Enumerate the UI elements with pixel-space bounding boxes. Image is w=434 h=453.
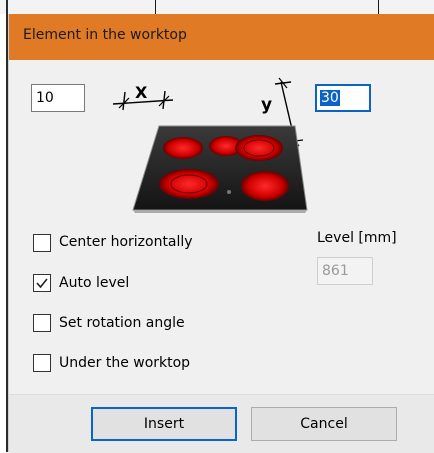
auto-level-checkbox[interactable] [33,274,51,292]
dialog-title-bar[interactable]: Element in the worktop [9,14,434,60]
strip-divider [155,0,156,14]
auto-level-label[interactable]: Auto level [59,275,129,291]
x-offset-value: 10 [36,90,54,106]
x-dimension-icon: X [112,83,174,111]
y-offset-value: 30 [320,90,340,106]
x-symbol: X [135,83,148,102]
checkmark-icon [36,278,48,289]
under-the-worktop-label[interactable]: Under the worktop [59,355,190,371]
set-rotation-angle-label[interactable]: Set rotation angle [59,315,185,331]
cancel-button[interactable]: Cancel [251,407,397,441]
y-symbol: y [261,95,272,115]
dialog-button-bar: Insert Cancel [9,394,434,453]
y-offset-input[interactable]: 30 [315,84,371,112]
dialog-title: Element in the worktop [23,27,187,43]
level-label: Level [mm] [317,230,397,246]
x-offset-input[interactable]: 10 [31,84,85,112]
set-rotation-angle-checkbox[interactable] [33,314,51,332]
cancel-button-label: Cancel [300,416,348,432]
center-horizontally-checkbox[interactable] [33,234,51,252]
insert-button[interactable]: Insert [91,407,237,441]
element-in-worktop-dialog: Element in the worktop 10 X y 30 Center … [8,14,434,453]
under-the-worktop-checkbox[interactable] [33,354,51,372]
level-input: 861 [317,257,373,285]
insert-button-label: Insert [143,416,185,432]
background-window-strip [0,0,434,14]
cooktop-image [132,125,308,213]
center-horizontally-label[interactable]: Center horizontally [59,234,193,250]
level-value: 861 [322,263,349,279]
strip-divider [378,0,379,14]
